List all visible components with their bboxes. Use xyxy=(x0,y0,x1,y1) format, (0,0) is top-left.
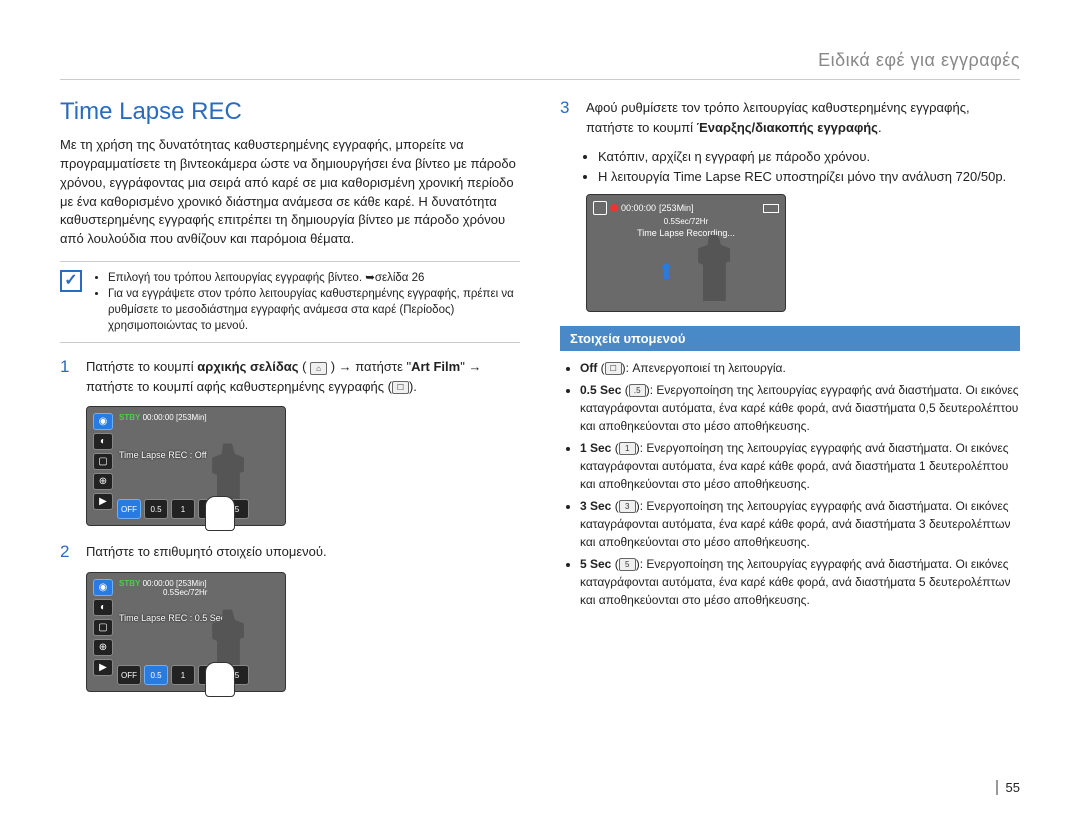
screen-icon: ▢ xyxy=(93,453,113,470)
opt-off: OFF xyxy=(117,499,141,519)
rec-icon: 00:00:00 [253Min] xyxy=(593,201,694,215)
note-item-2: Για να εγγράψετε στον τρόπο λειτουργίας … xyxy=(108,286,520,334)
submenu-list: Off (☐): Απενεργοποιεί τη λειτουργία. 0.… xyxy=(560,359,1020,609)
step-2-text: Πατήστε το επιθυμητό στοιχείο υπομενού. xyxy=(86,542,327,562)
opt-1: 1 xyxy=(171,499,195,519)
note-item-1b: σελίδα 26 xyxy=(375,272,425,284)
icon-off: ☐ xyxy=(605,362,622,375)
step-3: 3 Αφού ρυθμίσετε τον τρόπο λειτουργίας κ… xyxy=(560,98,1020,137)
screenshot-step2: ◉ ◐ ▢ ⊕ ▶ STBY 00:00:00 [253Min] 0.5Sec/… xyxy=(86,572,286,692)
right-column: 3 Αφού ρυθμίσετε τον τρόπο λειτουργίας κ… xyxy=(560,98,1020,692)
step-number-3: 3 xyxy=(560,98,574,137)
opt-0-5: 0.5 xyxy=(144,665,168,685)
note-item-1: Επιλογή του τρόπου λειτουργίας εγγραφής … xyxy=(108,270,520,286)
submenu-5: 5 Sec (5): Ενεργοποίηση της λειτουργίας … xyxy=(580,555,1020,609)
submenu-off: Off (☐): Απενεργοποιεί τη λειτουργία. xyxy=(580,359,1020,377)
note-item-1a: Επιλογή του τρόπου λειτουργίας εγγραφής … xyxy=(108,272,365,284)
page-number: 55 xyxy=(996,780,1020,795)
screen-icon: ▶ xyxy=(93,493,113,510)
page-title: Time Lapse REC xyxy=(60,98,520,126)
step-2: 2 Πατήστε το επιθυμητό στοιχείο υπομενού… xyxy=(60,542,520,562)
screenshot-recording: 00:00:00 [253Min] 0.5Sec/72Hr Time Lapse… xyxy=(586,194,786,312)
screen-icon: ◉ xyxy=(93,413,113,430)
screenshot-step1: ◉ ◐ ▢ ⊕ ▶ STBY 00:00:00 [253Min] Time La… xyxy=(86,406,286,526)
icon-0-5: .5 xyxy=(629,384,646,397)
up-arrow-icon: ⬆ xyxy=(657,259,675,285)
step-1-text: Πατήστε το κουμπί αρχικής σελίδας ( ⌂ ) … xyxy=(86,357,520,396)
hand-icon xyxy=(205,662,235,697)
screen-remain: [253Min] xyxy=(176,579,207,588)
opt-0-5: 0.5 xyxy=(144,499,168,519)
manual-page: Ειδικά εφέ για εγγραφές Time Lapse REC Μ… xyxy=(0,0,1080,722)
screen-icon: ▢ xyxy=(93,619,113,636)
step3-bullet-2: Η λειτουργία Time Lapse REC υποστηρίζει … xyxy=(598,167,1020,187)
rec-line: Time Lapse Recording... xyxy=(593,228,779,238)
submenu-0-5: 0.5 Sec (.5): Ενεργοποίηση της λειτουργί… xyxy=(580,381,1020,435)
step-number-1: 1 xyxy=(60,357,74,396)
rec-remain: [253Min] xyxy=(659,203,694,213)
check-icon: ✓ xyxy=(60,270,82,292)
opt-1: 1 xyxy=(171,665,195,685)
note-box: ✓ Επιλογή του τρόπου λειτουργίας εγγραφή… xyxy=(60,261,520,343)
stby-label: STBY xyxy=(119,579,140,588)
timelapse-off-icon: ☐ xyxy=(392,381,409,394)
screen-timer: 00:00:00 xyxy=(143,413,174,422)
left-column: Time Lapse REC Με τη χρήση της δυνατότητ… xyxy=(60,98,520,692)
intro-text: Με τη χρήση της δυνατότητας καθυστερημέν… xyxy=(60,136,520,249)
step-3-text: Αφού ρυθμίσετε τον τρόπο λειτουργίας καθ… xyxy=(586,98,1020,137)
screen-remain: [253Min] xyxy=(176,413,207,422)
screen-sub: 0.5Sec/72Hr xyxy=(163,588,279,597)
step-number-2: 2 xyxy=(60,542,74,562)
rec-sub: 0.5Sec/72Hr xyxy=(593,217,779,226)
stby-label: STBY xyxy=(119,413,140,422)
icon-3: 3 xyxy=(619,500,636,513)
icon-1: 1 xyxy=(619,442,636,455)
home-icon: ⌂ xyxy=(310,362,327,375)
icon-5: 5 xyxy=(619,558,636,571)
rec-time: 00:00:00 xyxy=(621,203,656,213)
step-1: 1 Πατήστε το κουμπί αρχικής σελίδας ( ⌂ … xyxy=(60,357,520,396)
screen-timer: 00:00:00 xyxy=(143,579,174,588)
screen-icon: ▶ xyxy=(93,659,113,676)
hand-icon xyxy=(205,496,235,531)
screen-icon: ⊕ xyxy=(93,473,113,490)
screen-status: Time Lapse REC : Off xyxy=(119,450,279,460)
step3-bullet-1: Κατόπιν, αρχίζει η εγγραφή με πάροδο χρό… xyxy=(598,147,1020,167)
submenu-header: Στοιχεία υπομενού xyxy=(560,326,1020,351)
screen-icon: ◐ xyxy=(93,433,113,450)
battery-icon xyxy=(763,204,779,213)
screen-status: Time Lapse REC : 0.5 Sec xyxy=(119,613,279,623)
screen-icon: ◉ xyxy=(93,579,113,596)
screen-icon: ⊕ xyxy=(93,639,113,656)
submenu-1: 1 Sec (1): Ενεργοποίηση της λειτουργίας … xyxy=(580,439,1020,493)
submenu-3: 3 Sec (3): Ενεργοποίηση της λειτουργίας … xyxy=(580,497,1020,551)
screen-icon: ◐ xyxy=(93,599,113,616)
opt-off: OFF xyxy=(117,665,141,685)
chapter-title: Ειδικά εφέ για εγγραφές xyxy=(60,50,1020,80)
page-ref-icon: ➥ xyxy=(365,272,375,284)
